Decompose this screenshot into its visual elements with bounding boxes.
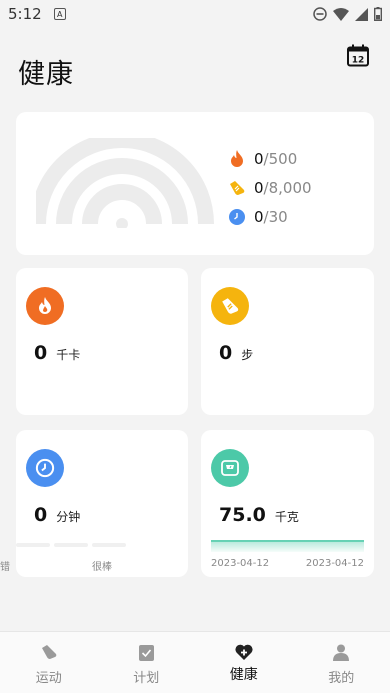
weight-tile[interactable]: 75.0 千克 2023-04-12 2023-04-12 [201, 430, 374, 577]
steps-current: 0 [254, 178, 264, 197]
status-bar: 5:12 A [0, 0, 390, 28]
bottom-tab-bar: 运动 计划 健康 我的 [0, 631, 390, 693]
signal-icon [355, 7, 368, 21]
do-not-disturb-icon [313, 7, 327, 21]
progress-label-left: 错 [0, 562, 10, 573]
progress-segment [16, 543, 50, 547]
activity-rings [36, 138, 214, 228]
minutes-value-row: 0 分钟 [34, 504, 80, 526]
steps-tile[interactable]: 0 步 [201, 268, 374, 415]
minutes-current: 0 [254, 207, 264, 226]
steps-value: 0 [219, 342, 233, 364]
tab-health[interactable]: 健康 [195, 632, 293, 693]
weight-value-row: 75.0 千克 [219, 504, 299, 526]
shoe-icon [40, 643, 58, 661]
header: 健康 12 [18, 44, 372, 90]
activity-summary-card[interactable]: 0 /500 0 /8,000 0 /30 [16, 112, 374, 255]
weight-date-end: 2023-04-12 [305, 558, 364, 569]
steps-value-row: 0 步 [219, 342, 253, 364]
notification-icon: A [53, 8, 66, 20]
minutes-tile[interactable]: 0 分钟 错 很棒 [0, 430, 188, 577]
shoe-icon [228, 179, 246, 197]
minutes-goal: /30 [263, 207, 288, 226]
status-time: 5:12 [8, 5, 42, 23]
tab-exercise[interactable]: 运动 [0, 632, 98, 693]
calendar-button[interactable]: 12 [346, 44, 370, 68]
weight-date-start: 2023-04-12 [211, 558, 270, 569]
battery-icon [374, 7, 382, 21]
fire-icon [26, 287, 64, 325]
calories-tile[interactable]: 0 千卡 [16, 268, 188, 415]
tab-label: 健康 [229, 667, 258, 683]
minutes-value: 0 [34, 504, 48, 526]
legend-calories: 0 /500 [228, 144, 312, 173]
health-icon [235, 643, 253, 661]
summary-legend: 0 /500 0 /8,000 0 /30 [228, 144, 312, 231]
steps-goal: /8,000 [263, 178, 312, 197]
weight-value: 75.0 [219, 504, 266, 526]
minutes-progress [16, 543, 126, 547]
calendar-icon: 12 [347, 44, 369, 67]
legend-minutes: 0 /30 [228, 202, 312, 231]
wifi-icon [333, 7, 349, 21]
steps-unit: 步 [241, 348, 254, 362]
calories-goal: /500 [263, 149, 298, 168]
progress-segment [92, 543, 126, 547]
clock-icon [26, 449, 64, 487]
tab-plan[interactable]: 计划 [98, 632, 196, 693]
legend-steps: 0 /8,000 [228, 173, 312, 202]
status-icons [313, 7, 382, 21]
shoe-icon [211, 287, 249, 325]
scale-icon [211, 449, 249, 487]
page-title: 健康 [18, 59, 74, 90]
tab-profile[interactable]: 我的 [293, 632, 390, 693]
calories-unit: 千卡 [56, 348, 81, 362]
fire-icon [228, 149, 246, 168]
profile-icon [332, 643, 350, 661]
progress-segment [54, 543, 88, 547]
weight-trend-graph [211, 540, 364, 552]
tab-label: 计划 [133, 671, 160, 686]
progress-label-mid: 很棒 [92, 562, 112, 573]
plan-icon [137, 643, 155, 661]
clock-icon [228, 208, 246, 226]
tab-label: 我的 [328, 671, 355, 686]
calendar-day: 12 [352, 56, 365, 66]
calories-value-row: 0 千卡 [34, 342, 80, 364]
minutes-unit: 分钟 [56, 510, 81, 524]
calories-current: 0 [254, 149, 264, 168]
tab-label: 运动 [35, 671, 62, 686]
calories-value: 0 [34, 342, 48, 364]
weight-unit: 千克 [274, 510, 299, 524]
